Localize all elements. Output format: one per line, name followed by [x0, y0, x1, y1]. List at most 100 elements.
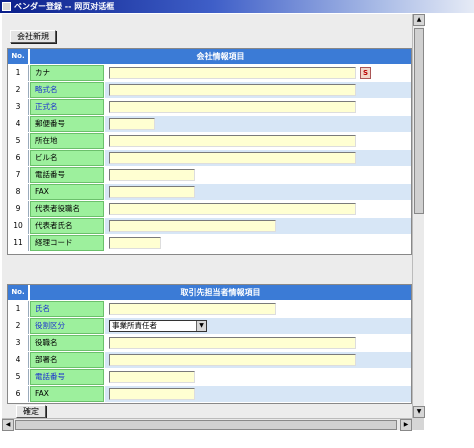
field-label-contact-fax: FAX: [30, 386, 104, 402]
dialog-window: ベンダー登録 -- 网页对话框 会社新規 No. 会社情報項目 1 カナ S 2…: [0, 0, 474, 448]
field-label-kana: カナ: [30, 65, 104, 81]
no-column-header: No.: [8, 49, 29, 64]
confirm-button[interactable]: 確定: [16, 405, 46, 418]
contact-table-header: No. 取引先担当者情報項目: [8, 285, 411, 300]
postal-code-input[interactable]: [109, 118, 155, 130]
vertical-scroll-thumb[interactable]: [414, 28, 424, 214]
row-number: 10: [8, 218, 29, 234]
field-label-rep-title: 代表者役職名: [30, 201, 104, 217]
horizontal-scroll-thumb[interactable]: [15, 420, 397, 430]
row-number: 9: [8, 201, 29, 217]
company-info-table: No. 会社情報項目 1 カナ S 2 略式名 3 正式名 4 郵便番号 5 所…: [7, 48, 412, 255]
kana-lookup-button[interactable]: S: [360, 67, 371, 79]
table-row: 2 役割区分 事業所責任者 ▼: [8, 317, 411, 334]
table-row: 5 電話番号: [8, 368, 411, 385]
role-select-value: 事業所責任者: [112, 321, 157, 330]
row-number: 2: [8, 318, 29, 334]
value-cell: [105, 133, 411, 149]
field-label-role: 役割区分: [30, 318, 104, 334]
no-column-header: No.: [8, 285, 29, 300]
kana-input[interactable]: [109, 67, 356, 79]
department-input[interactable]: [109, 354, 356, 366]
row-number: 1: [8, 65, 29, 81]
table-row: 3 役職名: [8, 334, 411, 351]
row-number: 4: [8, 116, 29, 132]
row-number: 5: [8, 369, 29, 385]
table-row: 6 FAX: [8, 385, 411, 402]
new-company-button[interactable]: 会社新規: [10, 30, 56, 43]
address-input[interactable]: [109, 135, 356, 147]
value-cell: [105, 184, 411, 200]
phone-input[interactable]: [109, 169, 195, 181]
app-icon: [2, 2, 11, 11]
contact-phone-input[interactable]: [109, 371, 195, 383]
row-number: 8: [8, 184, 29, 200]
value-cell: [105, 99, 411, 115]
row-number: 4: [8, 352, 29, 368]
field-label-address: 所在地: [30, 133, 104, 149]
value-cell: [105, 386, 411, 402]
horizontal-scrollbar[interactable]: ◀ ▶: [2, 418, 412, 431]
table-row: 3 正式名: [8, 98, 411, 115]
field-label-contact-phone: 電話番号: [30, 369, 104, 385]
table-row: 1 氏名: [8, 300, 411, 317]
scroll-up-icon[interactable]: ▲: [413, 14, 425, 26]
rep-title-input[interactable]: [109, 203, 356, 215]
accounting-code-input[interactable]: [109, 237, 161, 249]
table-row: 6 ビル名: [8, 149, 411, 166]
contact-section-title: 取引先担当者情報項目: [30, 285, 411, 300]
value-cell: [105, 167, 411, 183]
row-number: 11: [8, 235, 29, 251]
field-label-phone: 電話番号: [30, 167, 104, 183]
field-label-building: ビル名: [30, 150, 104, 166]
field-label-department: 部署名: [30, 352, 104, 368]
value-cell: [105, 150, 411, 166]
field-label-contact-title: 役職名: [30, 335, 104, 351]
row-number: 6: [8, 386, 29, 402]
table-row: 10 代表者氏名: [8, 217, 411, 234]
value-cell: S: [105, 65, 411, 81]
field-label-postal-code: 郵便番号: [30, 116, 104, 132]
table-row: 4 郵便番号: [8, 115, 411, 132]
building-input[interactable]: [109, 152, 356, 164]
fax-input[interactable]: [109, 186, 195, 198]
contact-info-table: No. 取引先担当者情報項目 1 氏名 2 役割区分 事業所責任者 ▼ 3 役職…: [7, 284, 412, 404]
value-cell: [105, 116, 411, 132]
contact-fax-input[interactable]: [109, 388, 195, 400]
value-cell: [105, 352, 411, 368]
value-cell: [105, 301, 411, 317]
row-number: 3: [8, 99, 29, 115]
table-row: 5 所在地: [8, 132, 411, 149]
value-cell: [105, 335, 411, 351]
scroll-down-icon[interactable]: ▼: [413, 406, 425, 418]
scroll-left-icon[interactable]: ◀: [2, 419, 14, 431]
scroll-right-icon[interactable]: ▶: [400, 419, 412, 431]
field-label-official-name: 正式名: [30, 99, 104, 115]
table-row: 2 略式名: [8, 81, 411, 98]
contact-title-input[interactable]: [109, 337, 356, 349]
value-cell: [105, 218, 411, 234]
role-select[interactable]: 事業所責任者 ▼: [109, 320, 207, 332]
dialog-content: 会社新規 No. 会社情報項目 1 カナ S 2 略式名 3 正式名 4 郵便番…: [2, 14, 412, 418]
value-cell: 事業所責任者 ▼: [105, 318, 411, 334]
value-cell: [105, 235, 411, 251]
rep-name-input[interactable]: [109, 220, 276, 232]
window-title: ベンダー登録 -- 网页对话框: [14, 2, 115, 11]
row-number: 3: [8, 335, 29, 351]
official-name-input[interactable]: [109, 101, 356, 113]
contact-name-input[interactable]: [109, 303, 276, 315]
company-table-header: No. 会社情報項目: [8, 49, 411, 64]
short-name-input[interactable]: [109, 84, 356, 96]
chevron-down-icon[interactable]: ▼: [196, 321, 206, 331]
value-cell: [105, 369, 411, 385]
field-label-contact-name: 氏名: [30, 301, 104, 317]
row-number: 2: [8, 82, 29, 98]
vertical-scrollbar[interactable]: ▲ ▼: [412, 14, 425, 418]
scrollbar-corner: [412, 418, 424, 430]
field-label-rep-name: 代表者氏名: [30, 218, 104, 234]
row-number: 1: [8, 301, 29, 317]
field-label-short-name: 略式名: [30, 82, 104, 98]
row-number: 5: [8, 133, 29, 149]
row-number: 6: [8, 150, 29, 166]
table-row: 4 部署名: [8, 351, 411, 368]
